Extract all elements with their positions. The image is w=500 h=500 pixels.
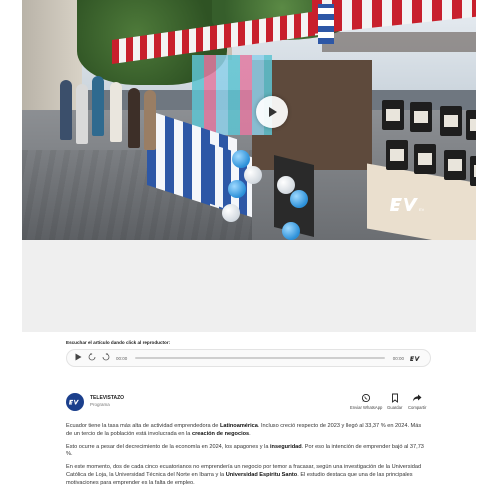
video-scene-shadow (322, 32, 476, 52)
share-label: Compartir (408, 405, 427, 410)
rewind-10-icon[interactable] (88, 353, 96, 363)
article-body: Ecuador tiene la tasa más alta de activi… (66, 423, 428, 493)
whatsapp-icon (362, 393, 371, 403)
video-scene-balloon (228, 180, 246, 198)
video-scene-flag (318, 4, 334, 44)
bold-link-universidad[interactable]: Universidad Espíritu Santo (226, 472, 298, 478)
video-scene-balloon (290, 190, 308, 208)
play-icon[interactable] (75, 353, 82, 363)
watermark-text: EV (419, 207, 424, 212)
text-span: Ecuador tiene la tasa más alta de activi… (66, 423, 220, 429)
ad-placeholder (22, 240, 476, 332)
forward-10-icon[interactable] (102, 353, 110, 363)
video-scene-people (60, 70, 160, 160)
author-role: Programa (90, 402, 110, 407)
save-button[interactable]: Guardar (387, 393, 402, 410)
author-name[interactable]: TELEVISTAZO (90, 395, 124, 401)
video-scene-balloon (244, 166, 262, 184)
audio-progress-track[interactable] (135, 357, 385, 359)
ecuavisa-logo-icon (69, 399, 79, 405)
bold-link-latinoamerica[interactable]: Latinoamérica (220, 423, 258, 429)
share-button[interactable]: Compartir (408, 393, 426, 410)
share-label: Enviar WhatsApp (350, 405, 383, 410)
listen-label: Escuchar el artículo dando click al repr… (66, 340, 171, 345)
text-span: Esto ocurre a pesar del decrecimiento de… (66, 443, 270, 450)
article-video[interactable]: EV (22, 0, 476, 240)
ecuavisa-player-logo (410, 349, 422, 367)
share-icon (412, 394, 422, 402)
article-paragraph: Esto ocurre a pesar del decrecimiento de… (66, 444, 428, 460)
whatsapp-share-button[interactable]: Enviar WhatsApp (350, 393, 382, 410)
author-avatar[interactable]: EV (66, 393, 84, 411)
save-label: Guardar (387, 405, 403, 410)
video-scene-balloon (222, 204, 240, 222)
bold-link-inseguridad[interactable]: inseguridad (270, 444, 302, 450)
video-scene-balloon (282, 222, 300, 240)
video-scene-balloon (232, 150, 250, 168)
total-time: 00:00 (392, 355, 404, 361)
bookmark-icon (391, 393, 398, 403)
article-paragraph: En este momento, dos de cada cinco ecuat… (66, 464, 428, 487)
article-paragraph: Ecuador tiene la tasa más alta de activi… (66, 423, 428, 439)
video-play-button[interactable] (256, 96, 288, 128)
audio-player[interactable]: 00:00 00:00 (66, 349, 431, 367)
current-time: 00:00 (116, 355, 128, 361)
text-span: . (249, 430, 251, 437)
bold-link-creacion-negocios[interactable]: creación de negocios (192, 431, 249, 437)
ecuavisa-watermark-logo: EV (390, 198, 424, 212)
play-icon (269, 107, 277, 117)
